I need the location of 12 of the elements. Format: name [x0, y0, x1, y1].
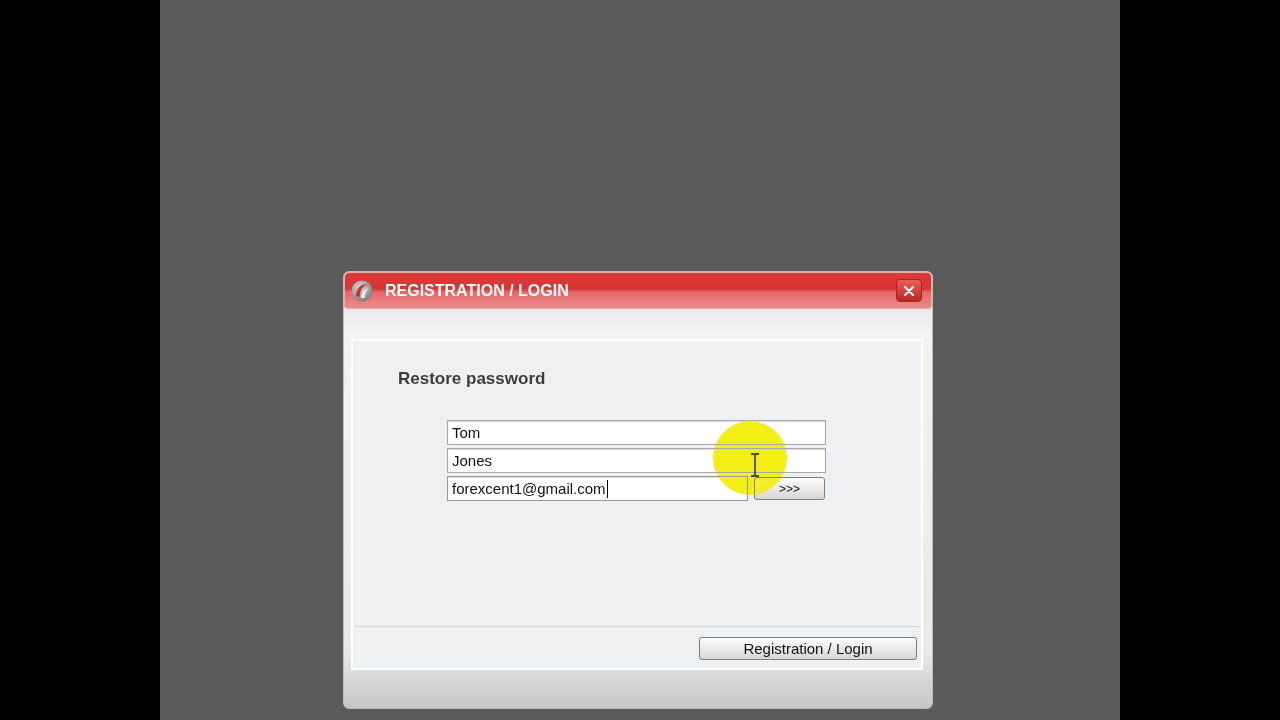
submit-button[interactable]: >>> [754, 477, 825, 500]
close-button[interactable] [896, 279, 922, 302]
text-field[interactable]: Tom [447, 420, 826, 445]
logo-icon [351, 279, 373, 302]
i-beam-cursor-icon [750, 453, 760, 477]
section-heading: Restore password [398, 369, 547, 389]
registration-login-button[interactable]: Registration / Login [699, 637, 917, 660]
window-title: REGISTRATION / LOGIN [385, 281, 570, 300]
text-caret-icon [606, 479, 608, 498]
close-icon [904, 285, 914, 296]
text-field[interactable]: Jones [447, 448, 826, 473]
text-field[interactable]: forexcent1@gmail.com [447, 476, 748, 501]
